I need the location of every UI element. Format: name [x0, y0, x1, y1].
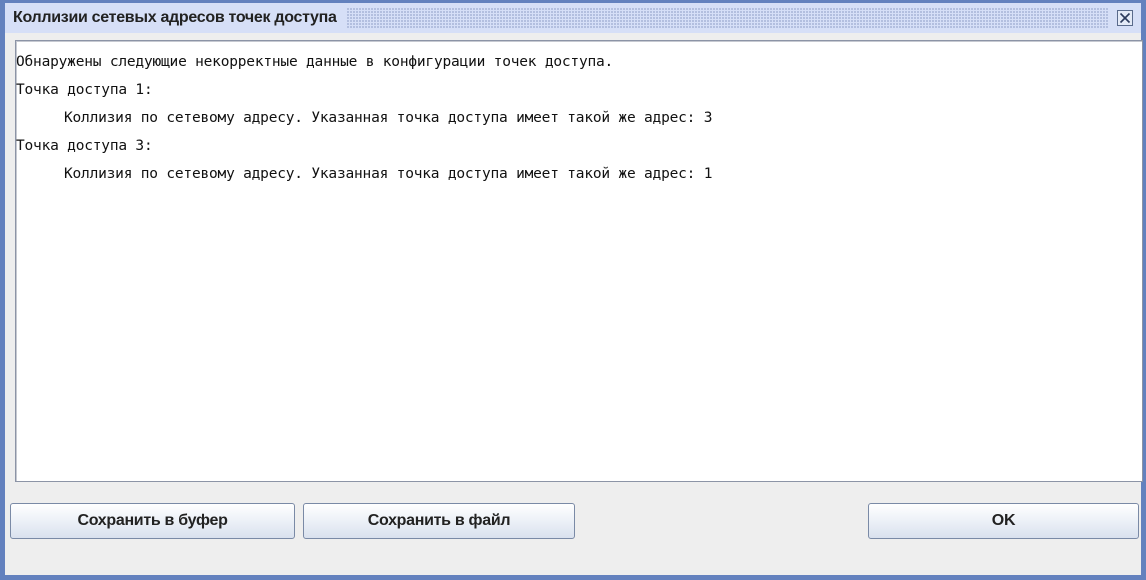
- close-icon: [1119, 12, 1131, 24]
- title-bar[interactable]: Коллизии сетевых адресов точек доступа: [5, 3, 1141, 33]
- report-line-collision-3: Коллизия по сетевому адресу. Указанная т…: [64, 166, 713, 182]
- save-to-clipboard-button[interactable]: Сохранить в буфер: [10, 503, 295, 539]
- report-text-area[interactable]: Обнаружены следующие некорректные данные…: [15, 40, 1143, 482]
- save-to-file-button[interactable]: Сохранить в файл: [303, 503, 575, 539]
- report-line-access-point-3: Точка доступа 3:: [16, 138, 153, 154]
- report-line-access-point-1: Точка доступа 1:: [16, 82, 153, 98]
- close-button[interactable]: [1117, 10, 1133, 26]
- report-line-intro: Обнаружены следующие некорректные данные…: [16, 54, 614, 70]
- window-title: Коллизии сетевых адресов точек доступа: [13, 9, 337, 26]
- title-bar-grip: [346, 8, 1109, 28]
- ok-button[interactable]: OK: [868, 503, 1139, 539]
- dialog-window: Коллизии сетевых адресов точек доступа О…: [0, 0, 1146, 580]
- report-line-collision-1: Коллизия по сетевому адресу. Указанная т…: [64, 110, 713, 126]
